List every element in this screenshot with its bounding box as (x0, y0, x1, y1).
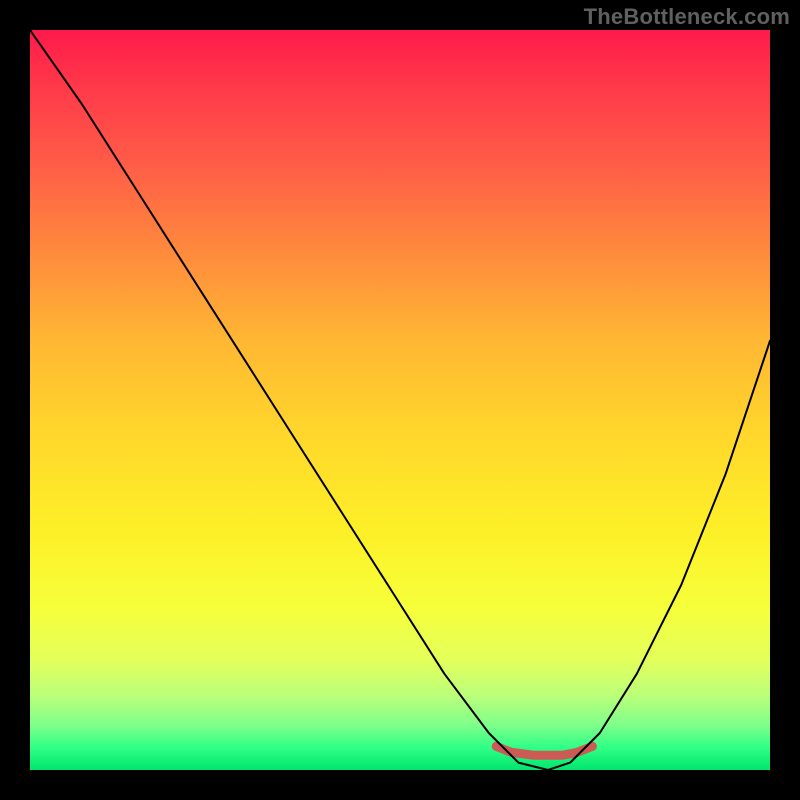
watermark-text: TheBottleneck.com (584, 4, 790, 30)
bottleneck-curve (30, 30, 770, 770)
plot-svg (30, 30, 770, 770)
plot-area (30, 30, 770, 770)
chart-container: TheBottleneck.com (0, 0, 800, 800)
